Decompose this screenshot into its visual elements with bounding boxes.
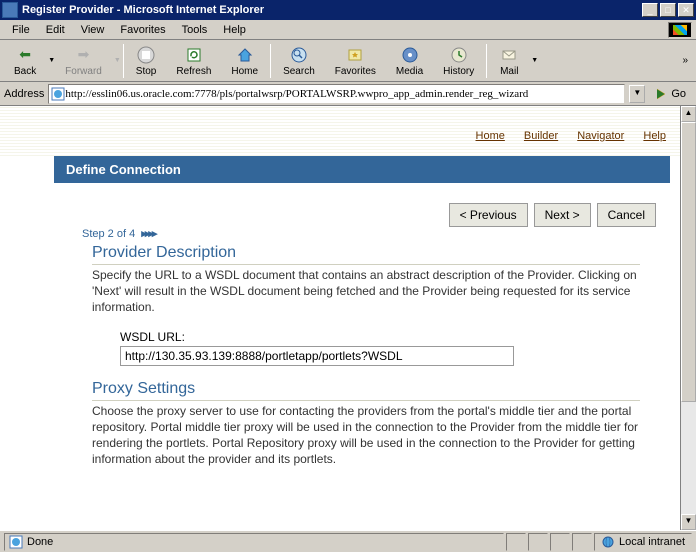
ie-app-icon bbox=[2, 2, 18, 18]
scroll-down-button[interactable]: ▼ bbox=[681, 514, 696, 530]
history-icon bbox=[449, 45, 469, 65]
window-title: Register Provider - Microsoft Internet E… bbox=[22, 4, 642, 16]
stop-label: Stop bbox=[136, 66, 157, 77]
favorites-button[interactable]: Favorites bbox=[325, 43, 386, 79]
vertical-scrollbar[interactable]: ▲ ▼ bbox=[680, 106, 696, 530]
maximize-button[interactable]: □ bbox=[660, 3, 676, 17]
mail-button[interactable]: Mail bbox=[489, 43, 529, 79]
scroll-track[interactable] bbox=[681, 122, 696, 514]
search-icon bbox=[289, 45, 309, 65]
provider-description-title: Provider Description bbox=[92, 244, 640, 265]
cancel-button[interactable]: Cancel bbox=[597, 203, 656, 227]
home-button[interactable]: Home bbox=[221, 43, 268, 79]
go-button[interactable]: Go bbox=[649, 87, 692, 101]
wsdl-url-label: WSDL URL: bbox=[120, 330, 640, 344]
status-panel-3 bbox=[550, 533, 570, 551]
refresh-button[interactable]: Refresh bbox=[166, 43, 221, 79]
toolbar: ⬅ Back ▼ ➡ Forward ▼ Stop Refresh Home bbox=[0, 40, 696, 82]
status-page-icon bbox=[9, 535, 23, 549]
favorites-label: Favorites bbox=[335, 66, 376, 77]
header-links: Home Builder Navigator Help bbox=[460, 130, 666, 142]
media-label: Media bbox=[396, 66, 423, 77]
statusbar: Done Local intranet bbox=[0, 530, 696, 552]
search-label: Search bbox=[283, 66, 315, 77]
go-label: Go bbox=[671, 88, 686, 100]
stop-icon bbox=[136, 45, 156, 65]
page-header: Home Builder Navigator Help bbox=[0, 106, 680, 156]
favorites-icon bbox=[345, 45, 365, 65]
scroll-up-button[interactable]: ▲ bbox=[681, 106, 696, 122]
proxy-settings-body: Choose the proxy server to use for conta… bbox=[92, 403, 640, 468]
status-text: Done bbox=[27, 536, 53, 548]
back-arrow-icon: ⬅ bbox=[15, 45, 35, 65]
address-label: Address bbox=[4, 88, 44, 100]
status-zone: Local intranet bbox=[594, 533, 692, 551]
refresh-icon bbox=[184, 45, 204, 65]
history-label: History bbox=[443, 66, 474, 77]
forward-dropdown[interactable]: ▼ bbox=[114, 57, 121, 64]
menu-favorites[interactable]: Favorites bbox=[112, 22, 173, 38]
titlebar: Register Provider - Microsoft Internet E… bbox=[0, 0, 696, 20]
address-dropdown[interactable]: ▼ bbox=[629, 85, 645, 103]
home-label: Home bbox=[231, 66, 258, 77]
link-help[interactable]: Help bbox=[643, 130, 666, 142]
status-panel-1 bbox=[506, 533, 526, 551]
page-content: Home Builder Navigator Help Define Conne… bbox=[0, 106, 680, 530]
refresh-label: Refresh bbox=[176, 66, 211, 77]
proxy-settings-title: Proxy Settings bbox=[92, 380, 640, 401]
menu-help[interactable]: Help bbox=[215, 22, 254, 38]
menu-view[interactable]: View bbox=[73, 22, 113, 38]
menu-file[interactable]: File bbox=[4, 22, 38, 38]
home-icon bbox=[235, 45, 255, 65]
page-icon bbox=[51, 87, 65, 101]
mail-icon bbox=[499, 45, 519, 65]
mail-label: Mail bbox=[500, 66, 518, 77]
link-navigator[interactable]: Navigator bbox=[577, 130, 624, 142]
menubar: File Edit View Favorites Tools Help bbox=[0, 20, 696, 40]
media-icon bbox=[400, 45, 420, 65]
forward-arrow-icon: ➡ bbox=[74, 45, 94, 65]
previous-button[interactable]: < Previous bbox=[449, 203, 528, 227]
back-dropdown[interactable]: ▼ bbox=[48, 57, 55, 64]
step-arrows-icon: ▸▸▸▸ bbox=[141, 228, 155, 240]
addressbar: Address ▼ Go bbox=[0, 82, 696, 106]
menu-edit[interactable]: Edit bbox=[38, 22, 73, 38]
scroll-thumb[interactable] bbox=[681, 122, 696, 402]
forward-label: Forward bbox=[65, 66, 102, 77]
step-text: Step 2 of 4 bbox=[82, 228, 135, 240]
step-indicator: Step 2 of 4 ▸▸▸▸ bbox=[82, 227, 680, 240]
ie-throbber-icon bbox=[668, 22, 692, 38]
status-zone-text: Local intranet bbox=[619, 536, 685, 548]
media-button[interactable]: Media bbox=[386, 43, 433, 79]
status-panel-4 bbox=[572, 533, 592, 551]
status-panel-2 bbox=[528, 533, 548, 551]
provider-description-body: Specify the URL to a WSDL document that … bbox=[92, 267, 640, 316]
minimize-button[interactable]: _ bbox=[642, 3, 658, 17]
address-input[interactable] bbox=[65, 88, 622, 100]
mail-dropdown[interactable]: ▼ bbox=[531, 57, 538, 64]
banner: Define Connection bbox=[54, 156, 670, 183]
back-button[interactable]: ⬅ Back bbox=[4, 43, 46, 79]
close-button[interactable]: ✕ bbox=[678, 3, 694, 17]
stop-button[interactable]: Stop bbox=[126, 43, 167, 79]
search-button[interactable]: Search bbox=[273, 43, 325, 79]
back-label: Back bbox=[14, 66, 36, 77]
forward-button: ➡ Forward bbox=[55, 43, 112, 79]
link-builder[interactable]: Builder bbox=[524, 130, 558, 142]
intranet-icon bbox=[601, 535, 615, 549]
toolbar-overflow[interactable]: » bbox=[678, 55, 692, 66]
menu-tools[interactable]: Tools bbox=[174, 22, 216, 38]
link-home[interactable]: Home bbox=[476, 130, 505, 142]
go-icon bbox=[655, 87, 669, 101]
banner-title: Define Connection bbox=[66, 162, 181, 177]
wsdl-url-input[interactable] bbox=[120, 346, 514, 366]
next-button[interactable]: Next > bbox=[534, 203, 591, 227]
history-button[interactable]: History bbox=[433, 43, 484, 79]
